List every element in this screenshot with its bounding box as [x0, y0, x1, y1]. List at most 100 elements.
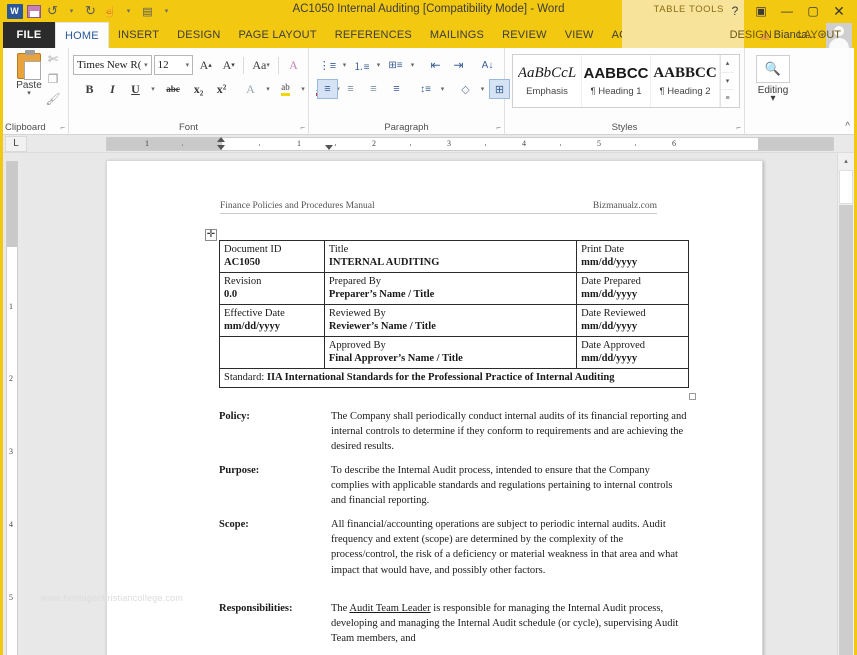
audit-team-leader-link[interactable]: Audit Team Leader: [349, 603, 430, 614]
help-button[interactable]: ?: [722, 1, 748, 21]
cell-prepared-by[interactable]: Prepared By Preparer’s Name / Title: [323, 272, 578, 305]
align-center-button[interactable]: ≡: [340, 79, 361, 99]
hanging-indent-marker[interactable]: [217, 145, 225, 150]
editing-caret-icon[interactable]: ▾: [749, 94, 797, 104]
clear-formatting-icon[interactable]: A: [283, 55, 304, 75]
format-painter-icon[interactable]: 🖌: [45, 92, 61, 107]
grow-font-icon[interactable]: A ▴: [195, 55, 216, 75]
italic-button[interactable]: I: [102, 79, 123, 99]
paragraph-dialog-launcher[interactable]: ⌐: [496, 123, 501, 132]
save-icon[interactable]: [25, 3, 42, 20]
cell-print-date[interactable]: Print Date mm/dd/yyyy: [576, 240, 689, 273]
text-effects-caret-icon[interactable]: ▾: [263, 79, 273, 99]
copy-icon[interactable]: ❐: [45, 72, 61, 87]
tab-home[interactable]: HOME: [55, 22, 109, 48]
tab-view[interactable]: VIEW: [556, 22, 603, 48]
numbering-caret-icon[interactable]: ▾: [374, 55, 383, 75]
style-emphasis[interactable]: AaBbCcL Emphasis: [513, 55, 582, 107]
scrollbar-thumb[interactable]: [839, 170, 853, 204]
left-indent-marker[interactable]: [325, 145, 333, 150]
tab-file[interactable]: FILE: [3, 22, 55, 48]
shrink-font-icon[interactable]: A ▾: [218, 55, 239, 75]
bullets-icon[interactable]: ⋮≡: [317, 55, 338, 75]
ruler-track[interactable]: 1 1 2 3 4 5 6: [106, 137, 834, 151]
font-size-combo[interactable]: 12 ▾: [153, 55, 194, 75]
tab-table-design[interactable]: DESIGN: [717, 22, 785, 48]
sort-icon[interactable]: A↓: [477, 55, 498, 75]
cell-reviewed-by[interactable]: Reviewed By Reviewer’s Name / Title: [323, 304, 578, 337]
styles-scroll-up-button[interactable]: ▴: [721, 55, 734, 73]
horizontal-ruler[interactable]: L 1 1 2 3 4 5 6: [3, 135, 854, 153]
clipboard-dialog-launcher[interactable]: ⌐: [60, 123, 65, 132]
line-spacing-caret-icon[interactable]: ▾: [438, 79, 447, 99]
bold-button[interactable]: B: [79, 79, 100, 99]
font-dialog-launcher[interactable]: ⌐: [300, 123, 305, 132]
tab-insert[interactable]: INSERT: [109, 22, 168, 48]
tab-page-layout[interactable]: PAGE LAYOUT: [230, 22, 326, 48]
ribbon-display-options-button[interactable]: ▣: [748, 1, 774, 21]
vertical-ruler[interactable]: 1 2 3 4 5: [3, 153, 21, 655]
section-responsibilities[interactable]: Responsibilities: The Audit Team Leader …: [219, 601, 689, 647]
cell-empty[interactable]: [219, 336, 325, 369]
decrease-indent-icon[interactable]: ⇤: [425, 55, 446, 75]
touch-mode-dropdown-icon[interactable]: ▾: [120, 3, 137, 20]
scroll-up-button[interactable]: ▴: [838, 153, 854, 169]
style-heading-2[interactable]: AABBCC ¶ Heading 2: [651, 55, 720, 107]
cell-approved-by[interactable]: Approved By Final Approver’s Name / Titl…: [323, 336, 578, 369]
change-case-icon[interactable]: Aa ▾: [248, 55, 274, 75]
tab-review[interactable]: REVIEW: [493, 22, 556, 48]
maximize-button[interactable]: ▢: [800, 1, 826, 21]
undo-icon[interactable]: ↺: [44, 3, 61, 20]
cut-icon[interactable]: ✄: [45, 52, 61, 67]
cell-effective-date[interactable]: Effective Date mm/dd/yyyy: [219, 304, 325, 337]
cell-date-prepared[interactable]: Date Prepared mm/dd/yyyy: [576, 272, 689, 305]
styles-scroll-down-button[interactable]: ▾: [721, 73, 734, 91]
style-heading-1[interactable]: AABBCC ¶ Heading 1: [582, 55, 651, 107]
word-logo-icon[interactable]: W: [6, 3, 23, 20]
styles-more-button[interactable]: ≡: [721, 90, 734, 107]
paste-button[interactable]: Paste ▾: [11, 50, 47, 97]
numbering-icon[interactable]: ⒈≡: [351, 55, 372, 75]
document-workspace[interactable]: 1 2 3 4 5 Finance Policies and Procedure…: [3, 153, 854, 655]
strikethrough-button[interactable]: abc: [160, 79, 186, 99]
cell-date-approved[interactable]: Date Approved mm/dd/yyyy: [576, 336, 689, 369]
paste-dropdown-icon[interactable]: ▾: [27, 90, 31, 97]
vertical-scrollbar[interactable]: ▴: [837, 153, 854, 655]
tab-design[interactable]: DESIGN: [168, 22, 229, 48]
cell-document-id[interactable]: Document ID AC1050: [219, 240, 325, 273]
close-button[interactable]: ✕: [826, 1, 852, 21]
cell-revision[interactable]: Revision 0.0: [219, 272, 325, 305]
section-policy[interactable]: Policy: The Company shall periodically c…: [219, 409, 689, 455]
document-page[interactable]: Finance Policies and Procedures Manual B…: [106, 160, 763, 655]
bullets-caret-icon[interactable]: ▾: [340, 55, 349, 75]
multilevel-caret-icon[interactable]: ▾: [408, 55, 417, 75]
scrollbar-track[interactable]: [839, 205, 853, 655]
cell-title[interactable]: Title INTERNAL AUDITING: [323, 240, 578, 273]
align-right-button[interactable]: ≡: [363, 79, 384, 99]
font-name-combo[interactable]: Times New R( ▾: [73, 55, 152, 75]
tab-references[interactable]: REFERENCES: [326, 22, 421, 48]
highlight-caret-icon[interactable]: ▾: [298, 79, 308, 99]
tab-table-layout[interactable]: LAYOUT: [785, 22, 854, 48]
underline-caret-icon[interactable]: ▾: [148, 79, 158, 99]
undo-dropdown-icon[interactable]: ▾: [63, 3, 80, 20]
text-effects-icon[interactable]: A: [240, 79, 261, 99]
table-resize-handle[interactable]: [689, 393, 696, 400]
print-preview-icon[interactable]: ▤: [139, 3, 156, 20]
shading-icon[interactable]: ◇: [455, 79, 476, 99]
customize-qat-icon[interactable]: ▾: [158, 3, 175, 20]
styles-dialog-launcher[interactable]: ⌐: [736, 123, 741, 132]
tab-stop-selector[interactable]: L: [5, 135, 27, 152]
collapse-ribbon-button[interactable]: ^: [845, 121, 850, 132]
find-binoculars-icon[interactable]: 🔍: [756, 55, 790, 83]
increase-indent-icon[interactable]: ⇥: [448, 55, 469, 75]
first-line-indent-marker[interactable]: [217, 137, 225, 142]
subscript-button[interactable]: x₂: [188, 79, 209, 99]
tab-mailings[interactable]: MAILINGS: [421, 22, 493, 48]
table-move-handle[interactable]: ✛: [205, 229, 217, 241]
redo-icon[interactable]: ↻: [82, 3, 99, 20]
touch-mode-icon[interactable]: ☝: [101, 3, 118, 20]
cell-date-reviewed[interactable]: Date Reviewed mm/dd/yyyy: [576, 304, 689, 337]
justify-button[interactable]: ≡: [386, 79, 407, 99]
line-spacing-icon[interactable]: ↕≡: [415, 79, 436, 99]
